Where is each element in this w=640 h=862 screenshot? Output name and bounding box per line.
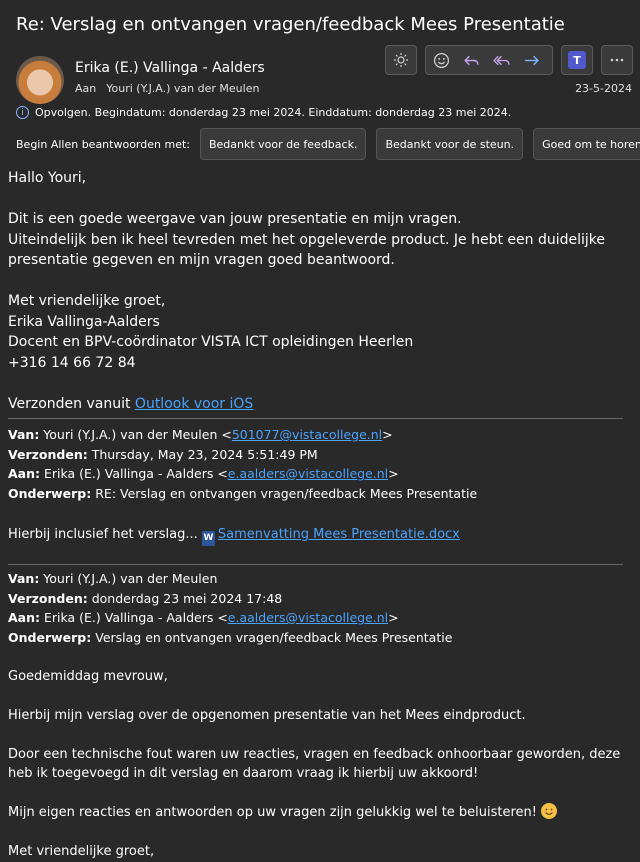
outlook-ios-link[interactable]: Outlook voor iOS [135,396,253,412]
followup-flag: i Opvolgen. Begindatum: donderdag 23 mei… [16,106,511,119]
toolbar-group-teams: T [561,45,593,75]
quick-reply-button-2[interactable]: Bedankt voor de steun. [376,128,524,160]
quick-reply-label: Begin Allen beantwoorden met: [16,137,190,151]
toolbar-group-more [601,45,633,75]
emoji-icon[interactable] [426,46,456,74]
quoted-header-2: Van: Youri (Y.J.A.) van der Meulen Verzo… [8,569,633,647]
to-label: Aan [75,82,97,95]
email-body: Hallo Youri, Dit is een goede weergave v… [8,168,633,862]
body-paragraph: Dit is een goede weergave van jouw prese… [8,211,462,227]
to-end: > [388,610,399,625]
smiling-emoji-icon [541,803,558,819]
body-paragraph: Uiteindelijk ben ik heel tevreden met he… [8,231,605,269]
signature-line: Docent en BPV-coördinator VISTA ICT ople… [8,334,414,350]
signature-line: Erika Vallinga-Aalders [8,313,160,330]
forward-icon[interactable] [516,46,546,74]
quoted-body-2: Goedemiddag mevrouw, Hierbij mijn versla… [8,647,633,862]
divider [8,418,623,419]
to-email-link[interactable]: e.aalders@vistacollege.nl [228,610,388,625]
followup-text: Opvolgen. Begindatum: donderdag 23 mei 2… [35,106,512,119]
from-value: Youri (Y.J.A.) van der Meulen < [39,427,232,442]
signature-line: +316 14 66 72 84 [8,354,136,371]
reply-all-icon[interactable] [486,46,516,74]
subject-value: RE: Verslag en ontvangen vragen/feedback… [91,485,478,501]
teams-logo: T [568,51,586,69]
to-label: Aan: [8,610,41,625]
more-icon[interactable] [602,46,632,74]
subject-value: Verslag en ontvangen vragen/feedback Mee… [91,629,453,645]
greeting: Hallo Youri, [8,170,87,186]
to-value: Erika (E.) Vallinga - Aalders < [40,466,228,481]
sun-icon[interactable] [386,46,416,74]
sent-from-text: Verzonden vanuit [8,395,135,412]
attachment-link[interactable]: Samenvatting Mees Presentatie.docx [218,527,460,542]
sent-label: Verzonden: [8,590,88,606]
subject-label: Onderwerp: [8,629,92,645]
email-subject: Re: Verslag en ontvangen vragen/feedback… [16,14,565,35]
from-label: Van: [8,427,40,442]
sent-label: Verzonden: [8,446,88,462]
sent-value: Thursday, May 23, 2024 5:51:49 PM [87,446,318,462]
from-email-link[interactable]: 501077@vistacollege.nl [232,427,382,442]
recipient-line: Aan Youri (Y.J.A.) van der Meulen [75,82,259,95]
quoted-paragraph: Mijn eigen reacties en antwoorden op uw … [8,803,633,823]
from-label: Van: [8,571,40,586]
to-value: Erika (E.) Vallinga - Aalders < [40,610,228,625]
divider [8,564,623,565]
quoted-header-1: Van: Youri (Y.J.A.) van der Meulen <5010… [8,425,633,503]
avatar[interactable] [16,56,64,104]
quoted-paragraph: Door een technische fout waren uw reacti… [8,746,621,782]
to-email-link[interactable]: e.aalders@vistacollege.nl [228,466,388,481]
to-end: > [388,466,399,481]
reply-icon[interactable] [456,46,486,74]
sent-from-line: Verzonden vanuit Outlook voor iOS [8,394,633,415]
quoted-paragraph: Hierbij mijn verslag over de opgenomen p… [8,707,526,723]
toolbar-group-actions [425,45,553,75]
recipient-name[interactable]: Youri (Y.J.A.) van der Meulen [106,82,259,95]
to-label: Aan: [8,466,41,481]
quick-reply-bar: Begin Allen beantwoorden met: Bedankt vo… [16,128,640,160]
sender-name[interactable]: Erika (E.) Vallinga - Aalders [75,60,265,76]
toolbar-group-theme [385,45,417,75]
word-doc-icon: W [201,531,215,546]
sent-value: donderdag 23 mei 2024 17:48 [87,590,283,606]
teams-icon[interactable]: T [562,46,592,74]
info-icon: i [16,106,29,119]
subject-label: Onderwerp: [8,485,92,501]
quoted-paragraph-text: Mijn eigen reacties en antwoorden op uw … [8,805,542,820]
quoted-paragraph: Met vriendelijke groet, [8,844,155,859]
quoted-body-text: Hierbij inclusief het verslag... [8,527,202,542]
attachment-line: Hierbij inclusief het verslag... W Samenv… [8,525,633,546]
quoted-paragraph: Goedemiddag mevrouw, [8,668,168,684]
signature-line: Met vriendelijke groet, [8,293,166,309]
quick-reply-button-3[interactable]: Goed om te horen. Be [533,128,640,160]
from-end: > [382,427,393,442]
email-date: 23-5-2024 [575,82,632,95]
from-value: Youri (Y.J.A.) van der Meulen [39,571,218,586]
quick-reply-button-1[interactable]: Bedankt voor de feedback. [199,128,367,160]
